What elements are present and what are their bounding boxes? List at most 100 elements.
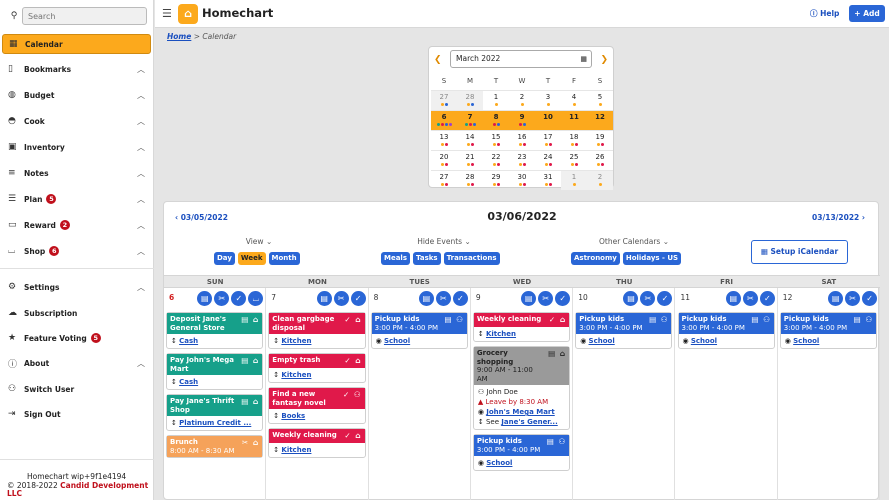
view-month-button[interactable]: Month — [268, 252, 300, 265]
day-cell[interactable]: 9 — [509, 111, 535, 130]
meal-icon[interactable]: ✂ — [538, 291, 554, 306]
task-icon[interactable]: ✓ — [862, 291, 878, 306]
task-icon[interactable]: ✓ — [231, 291, 247, 306]
add-button[interactable]: + Add — [849, 5, 885, 22]
task-icon[interactable]: ✓ — [555, 291, 571, 306]
hide-tasks-button[interactable]: Tasks — [413, 252, 441, 265]
event-card[interactable]: Pickup kids 3:00 PM - 4:00 PM ▤ ⚇ ◉ School — [779, 312, 878, 349]
event-link[interactable]: Kitchen — [281, 337, 311, 345]
day-cell[interactable]: 5 — [587, 91, 613, 110]
prev-month-icon[interactable]: ❮ — [434, 55, 442, 65]
sidebar-item-cook[interactable]: ◓ Cook ︿ — [2, 111, 151, 131]
chevron-up-icon[interactable]: ︿ — [137, 64, 145, 75]
day-cell[interactable]: 27 — [431, 171, 457, 190]
breadcrumb-home[interactable]: Home — [167, 32, 191, 41]
sidebar-item-settings[interactable]: ⚙ Settings ︿ — [2, 277, 151, 297]
meal-icon[interactable]: ✂ — [333, 291, 349, 306]
event-card[interactable]: Pickup kids 3:00 PM - 4:00 PM ▤ ⚇ ◉ School — [677, 312, 775, 349]
event-link[interactable]: Books — [281, 412, 305, 420]
event-card[interactable]: Pickup kids 3:00 PM - 4:00 PM ▤ ⚇ ◉ School — [575, 312, 673, 349]
day-cell[interactable]: 29 — [483, 171, 509, 190]
day-cell[interactable]: 8 — [483, 111, 509, 130]
chevron-up-icon[interactable]: ︿ — [137, 220, 145, 231]
chevron-up-icon[interactable]: ︿ — [137, 358, 145, 369]
chevron-up-icon[interactable]: ︿ — [137, 168, 145, 179]
day-cell[interactable]: 28 — [457, 91, 483, 110]
event-link[interactable]: Cash — [179, 337, 198, 345]
event-card[interactable]: Brunch 8:00 AM - 8:30 AM ✂ ⌂ — [166, 435, 264, 458]
event-card[interactable]: Empty trash ✓ ⌂ ↕ Kitchen — [268, 353, 366, 383]
sidebar-item-bookmarks[interactable]: ▯ Bookmarks ︿ — [2, 59, 151, 79]
event-card[interactable]: Pay Jane's Thrift Shop ▤ ⌂ ↕ Platinum Cred… — [166, 394, 264, 431]
budget-icon[interactable]: ▤ — [828, 291, 844, 306]
chevron-up-icon[interactable]: ︿ — [137, 116, 145, 127]
hide-meals-button[interactable]: Meals — [381, 252, 411, 265]
event-link[interactable]: Kitchen — [486, 330, 516, 338]
sidebar-item-feature-voting[interactable]: ★ Feature Voting 5 — [2, 328, 151, 348]
meal-icon[interactable]: ✂ — [742, 291, 758, 306]
day-cell[interactable]: 13 — [431, 131, 457, 150]
day-cell[interactable]: 1 — [561, 171, 587, 190]
sidebar-item-inventory[interactable]: ▣ Inventory ︿ — [2, 137, 151, 157]
sidebar-item-reward[interactable]: ▭ Reward 2 ︿ — [2, 215, 151, 235]
chevron-up-icon[interactable]: ︿ — [137, 90, 145, 101]
event-card[interactable]: Clean gargbage disposal ✓ ⌂ ↕ Kitchen — [268, 312, 366, 349]
day-cell[interactable]: 16 — [509, 131, 535, 150]
day-cell[interactable]: 10 — [535, 111, 561, 130]
chevron-up-icon[interactable]: ︿ — [137, 282, 145, 293]
event-link[interactable]: School — [384, 337, 410, 345]
event-link[interactable]: School — [589, 337, 615, 345]
sidebar-item-plan[interactable]: ☰ Plan 5 ︿ — [2, 189, 151, 209]
day-cell[interactable]: 14 — [457, 131, 483, 150]
day-cell[interactable]: 7 — [457, 111, 483, 130]
sidebar-item-notes[interactable]: ≡ Notes ︿ — [2, 163, 151, 183]
day-cell[interactable]: 31 — [535, 171, 561, 190]
day-cell[interactable]: 27 — [431, 91, 457, 110]
day-cell[interactable]: 30 — [509, 171, 535, 190]
event-link[interactable]: Jane's Gener... — [501, 418, 557, 426]
next-week-link[interactable]: 03/13/2022 › — [812, 213, 865, 222]
budget-icon[interactable]: ▤ — [418, 291, 434, 306]
budget-icon[interactable]: ▤ — [521, 291, 537, 306]
day-cell[interactable]: 11 — [561, 111, 587, 130]
day-cell[interactable]: 6 — [431, 111, 457, 130]
event-link[interactable]: School — [793, 337, 819, 345]
task-icon[interactable]: ✓ — [350, 291, 366, 306]
budget-icon[interactable]: ▤ — [725, 291, 741, 306]
day-cell[interactable]: 25 — [561, 151, 587, 170]
day-cell[interactable]: 19 — [587, 131, 613, 150]
sidebar-item-shop[interactable]: ⌴ Shop 6 ︿ — [2, 241, 151, 261]
view-week-button[interactable]: Week — [237, 252, 266, 265]
meal-icon[interactable]: ✂ — [435, 291, 451, 306]
view-dropdown[interactable]: View ⌄ — [214, 237, 304, 246]
event-link[interactable]: School — [486, 459, 512, 467]
task-icon[interactable]: ✓ — [452, 291, 468, 306]
sidebar-item-switch-user[interactable]: ⚇ Switch User — [2, 379, 151, 399]
month-picker[interactable]: March 2022 ▦ — [450, 50, 592, 68]
event-card[interactable]: Grocery shopping 9:00 AM - 11:00 AM ▤ ⌂ ⚇ J… — [472, 346, 571, 430]
event-card[interactable]: Pickup kids 3:00 PM - 4:00 PM ▤ ⚇ ◉ School — [370, 312, 468, 349]
menu-icon[interactable]: ☰ — [162, 7, 172, 20]
chevron-up-icon[interactable]: ︿ — [137, 142, 145, 153]
event-card[interactable]: Weekly cleaning ✓ ⌂ ↕ Kitchen — [472, 312, 571, 342]
event-card[interactable]: Pay John's Mega Mart ▤ ⌂ ↕ Cash — [166, 353, 264, 390]
budget-icon[interactable]: ▤ — [623, 291, 639, 306]
day-cell[interactable]: 18 — [561, 131, 587, 150]
day-cell[interactable]: 22 — [483, 151, 509, 170]
day-cell[interactable]: 1 — [483, 91, 509, 110]
day-cell[interactable]: 2 — [509, 91, 535, 110]
day-cell[interactable]: 23 — [509, 151, 535, 170]
day-cell[interactable]: 21 — [457, 151, 483, 170]
search-input[interactable] — [22, 7, 147, 25]
sidebar-item-budget[interactable]: ◍ Budget ︿ — [2, 85, 151, 105]
day-cell[interactable]: 24 — [535, 151, 561, 170]
day-cell[interactable]: 15 — [483, 131, 509, 150]
event-link[interactable]: Cash — [179, 378, 198, 386]
sidebar-item-subscription[interactable]: ☁ Subscription — [2, 303, 151, 323]
sidebar-item-about[interactable]: ⓘ About ︿ — [2, 353, 151, 373]
task-icon[interactable]: ✓ — [657, 291, 673, 306]
hide-transactions-button[interactable]: Transactions — [443, 252, 500, 265]
event-link[interactable]: Kitchen — [281, 446, 311, 454]
chevron-up-icon[interactable]: ︿ — [137, 246, 145, 257]
chevron-up-icon[interactable]: ︿ — [137, 194, 145, 205]
